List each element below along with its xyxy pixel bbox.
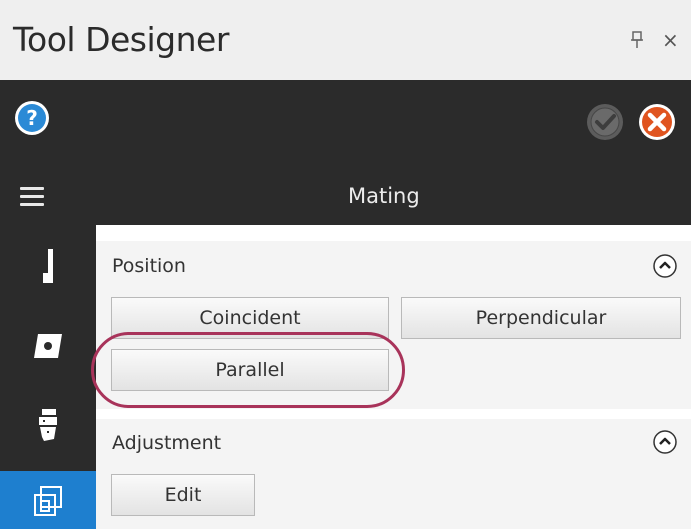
window-title: Tool Designer <box>13 20 229 59</box>
check-icon[interactable] <box>586 103 624 141</box>
cancel-icon[interactable] <box>638 103 676 141</box>
edit-button[interactable]: Edit <box>111 474 255 516</box>
collapse-adjustment-icon[interactable] <box>653 430 677 454</box>
header-title: Mating <box>348 184 420 208</box>
assembly-icon[interactable] <box>0 471 96 529</box>
hamburger-icon[interactable] <box>20 187 44 207</box>
position-section-label: Position <box>112 255 186 277</box>
parallel-button[interactable]: Parallel <box>111 349 389 391</box>
perpendicular-button[interactable]: Perpendicular <box>401 297 681 339</box>
help-icon[interactable]: ? <box>14 100 50 136</box>
svg-text:?: ? <box>26 106 38 130</box>
title-bar: Tool Designer × <box>0 0 691 80</box>
close-window-button[interactable]: × <box>662 30 679 50</box>
mating-header: Mating <box>0 170 691 225</box>
collapse-position-icon[interactable] <box>653 254 677 278</box>
tool-holder-icon[interactable] <box>0 225 96 307</box>
sidebar <box>0 225 96 529</box>
insert-icon[interactable] <box>0 307 96 385</box>
top-toolbar: ? <box>0 80 691 170</box>
adjustment-section-label: Adjustment <box>112 432 222 454</box>
tool-designer-window: Tool Designer × ? Mating Position Adjust… <box>0 0 691 529</box>
pin-icon[interactable] <box>630 31 644 53</box>
drill-tool-icon[interactable] <box>0 385 96 465</box>
coincident-button[interactable]: Coincident <box>111 297 389 339</box>
